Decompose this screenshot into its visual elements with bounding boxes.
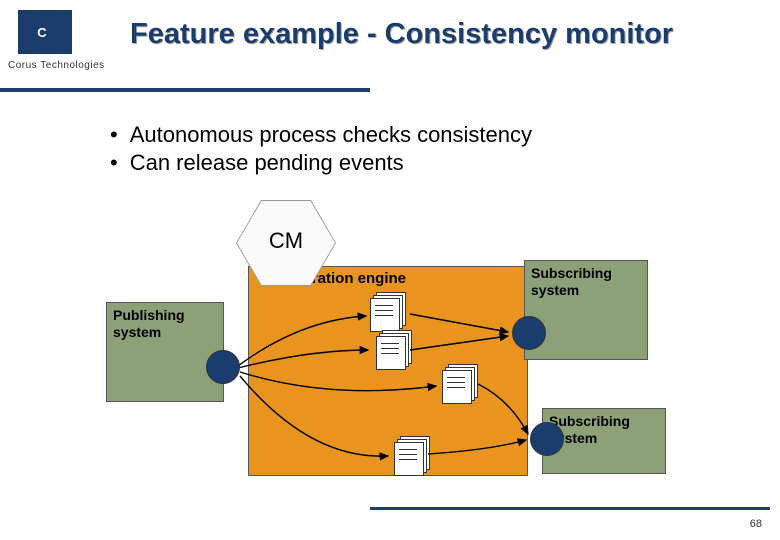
slide-title: Feature example - Consistency monitor xyxy=(130,18,673,51)
bullet-text: Autonomous process checks consistency xyxy=(130,122,532,147)
node-circle-icon xyxy=(530,422,564,456)
bullet-icon: • xyxy=(110,122,118,147)
page-number: 68 xyxy=(750,518,762,530)
document-stack-icon xyxy=(442,364,478,404)
logo-letter: C xyxy=(37,25,52,40)
cm-label: CM xyxy=(236,228,336,254)
subscribing-system-box: Subscribing system xyxy=(524,260,648,360)
publishing-system-box: Publishing system xyxy=(106,302,224,402)
logo-subtitle: Corus Technologies xyxy=(8,60,105,71)
document-stack-icon xyxy=(394,436,430,476)
bullet-list: • Autonomous process checks consistency •… xyxy=(110,122,532,178)
cm-hexagon: CM xyxy=(236,200,336,286)
bullet-item: • Autonomous process checks consistency xyxy=(110,122,532,148)
title-underline xyxy=(0,88,370,92)
bullet-icon: • xyxy=(110,150,118,175)
publishing-system-label: Publishing system xyxy=(113,307,185,341)
document-stack-icon xyxy=(376,330,412,370)
footer-underline xyxy=(370,507,770,510)
bullet-item: • Can release pending events xyxy=(110,150,532,176)
node-circle-icon xyxy=(206,350,240,384)
slide-header: C Corus Technologies Feature example - C… xyxy=(0,0,780,100)
node-circle-icon xyxy=(512,316,546,350)
subscribing-system-label: Subscribing system xyxy=(531,265,612,299)
document-stack-icon xyxy=(370,292,406,332)
bullet-text: Can release pending events xyxy=(130,150,404,175)
logo-icon: C xyxy=(18,10,72,54)
diagram-area: Integration engine Publishing system Sub… xyxy=(110,200,670,500)
